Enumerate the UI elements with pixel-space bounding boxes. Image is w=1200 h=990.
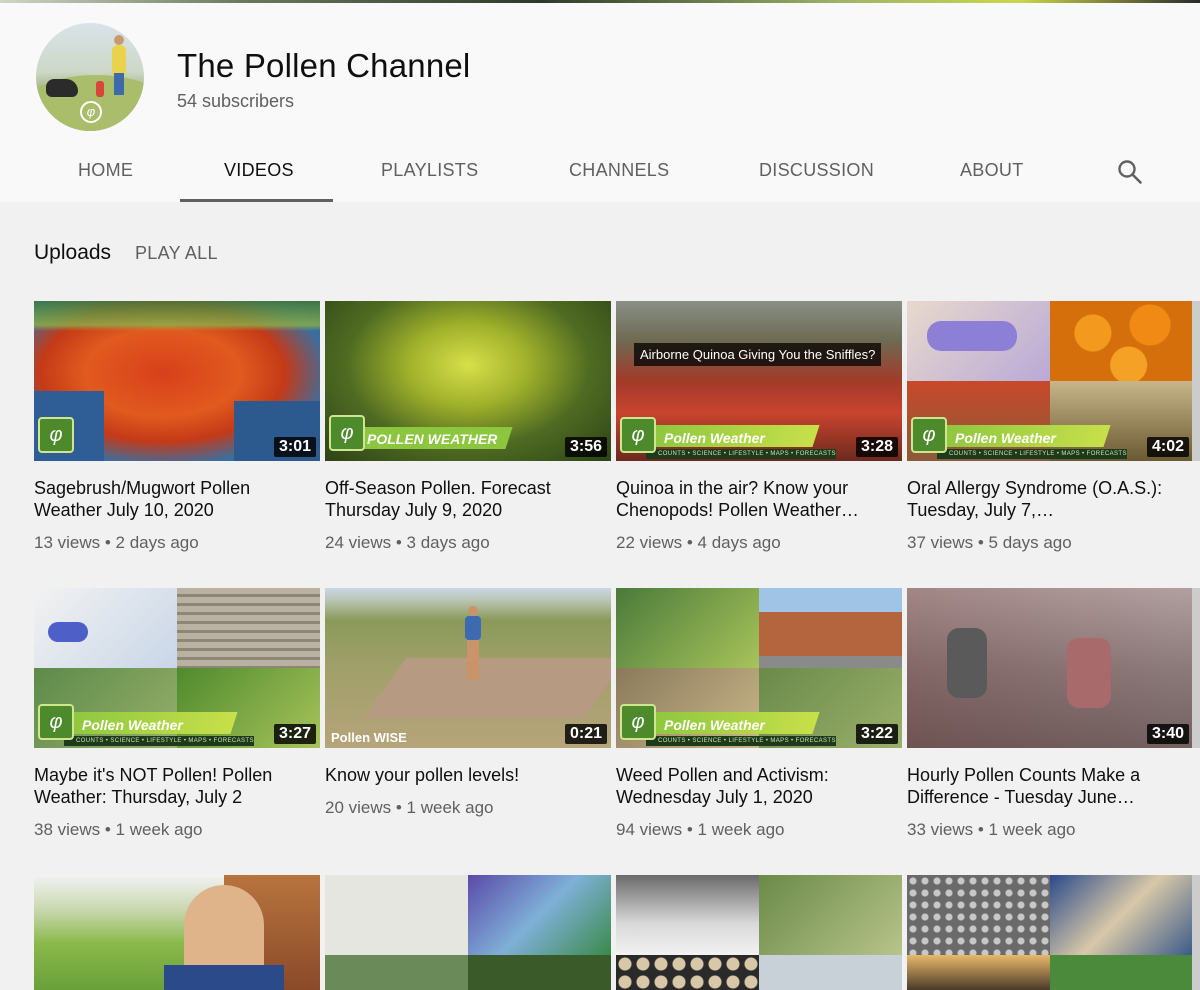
- tab-discussion[interactable]: DISCUSSION: [759, 160, 874, 181]
- view-count: 13 views: [34, 533, 101, 552]
- video-card[interactable]: Pollen Weather COUNTS • SCIENCE • LIFEST…: [907, 301, 1193, 553]
- banner-text: Pollen Weather: [664, 717, 765, 733]
- video-title[interactable]: Quinoa in the air? Know your Chenopods! …: [616, 477, 902, 521]
- video-title[interactable]: Weed Pollen and Activism: Wednesday July…: [616, 764, 902, 808]
- upload-age: 3 days ago: [406, 533, 490, 552]
- upload-age: 2 days ago: [115, 533, 199, 552]
- pollen-logo-icon: φ: [38, 417, 74, 453]
- upload-age: 1 week ago: [115, 820, 203, 839]
- channel-avatar[interactable]: φ: [36, 23, 144, 131]
- view-count: 24 views: [325, 533, 392, 552]
- video-meta: 37 views • 5 days ago: [907, 533, 1072, 552]
- pollen-wise-badge: Pollen WISE: [331, 730, 407, 745]
- video-title[interactable]: Off-Season Pollen. Forecast Thursday Jul…: [325, 477, 611, 521]
- video-meta: 20 views • 1 week ago: [325, 798, 494, 817]
- view-count: 33 views: [907, 820, 974, 839]
- view-count: 20 views: [325, 798, 392, 817]
- video-meta: 33 views • 1 week ago: [907, 820, 1076, 839]
- pollen-logo-icon: φ: [620, 704, 656, 740]
- partial-thumbnail: [1192, 301, 1200, 461]
- upload-age: 1 week ago: [406, 798, 494, 817]
- banner-text: Pollen Weather: [82, 717, 183, 733]
- play-all-button[interactable]: PLAY ALL: [135, 243, 218, 264]
- video-thumbnail[interactable]: POLLEN WEATHER φ 3:56: [325, 301, 611, 461]
- video-card[interactable]: [907, 875, 1193, 990]
- upload-age: 5 days ago: [988, 533, 1072, 552]
- tab-playlists[interactable]: PLAYLISTS: [381, 160, 478, 181]
- video-duration: 3:27: [273, 724, 316, 744]
- pollen-logo-icon: φ: [620, 417, 656, 453]
- upload-age: 1 week ago: [697, 820, 785, 839]
- active-tab-indicator: [180, 199, 333, 202]
- video-title[interactable]: Maybe it's NOT Pollen! Pollen Weather: T…: [34, 764, 320, 808]
- video-card[interactable]: [325, 875, 611, 990]
- pollen-logo-icon: φ: [80, 101, 102, 123]
- video-thumbnail[interactable]: [907, 875, 1193, 990]
- banner-text: Pollen Weather: [955, 430, 1056, 446]
- tab-home[interactable]: HOME: [78, 160, 133, 181]
- view-count: 37 views: [907, 533, 974, 552]
- video-title[interactable]: Oral Allergy Syndrome (O.A.S.): Tuesday,…: [907, 477, 1193, 521]
- video-duration: 3:22: [855, 724, 898, 744]
- video-thumbnail[interactable]: [616, 875, 902, 990]
- video-meta: 38 views • 1 week ago: [34, 820, 203, 839]
- pollen-logo-icon: φ: [329, 415, 365, 451]
- tab-videos[interactable]: VIDEOS: [224, 160, 294, 181]
- video-card[interactable]: Pollen Weather COUNTS • SCIENCE • LIFEST…: [616, 588, 902, 840]
- video-meta: 13 views • 2 days ago: [34, 533, 199, 552]
- upload-age: 4 days ago: [697, 533, 781, 552]
- banner-subtitle: COUNTS • SCIENCE • LIFESTYLE • MAPS • FO…: [646, 736, 836, 746]
- video-thumbnail[interactable]: 3:40: [907, 588, 1193, 748]
- video-card[interactable]: φ 3:01 Sagebrush/Mugwort Pollen Weather …: [34, 301, 320, 553]
- video-duration: 3:01: [273, 437, 316, 457]
- tab-channels[interactable]: CHANNELS: [569, 160, 669, 181]
- video-duration: 4:02: [1146, 437, 1189, 457]
- uploads-title: Uploads: [34, 241, 112, 264]
- video-meta: 94 views • 1 week ago: [616, 820, 785, 839]
- video-card[interactable]: Pollen Weather COUNTS • SCIENCE • LIFEST…: [34, 588, 320, 840]
- video-thumbnail[interactable]: Pollen Weather COUNTS • SCIENCE • LIFEST…: [34, 588, 320, 748]
- video-card[interactable]: POLLEN WEATHER φ 3:56 Off-Season Pollen.…: [325, 301, 611, 553]
- partial-thumbnail: [1192, 875, 1200, 990]
- banner-text: POLLEN WEATHER: [367, 431, 498, 447]
- view-count: 94 views: [616, 820, 683, 839]
- search-icon[interactable]: [1117, 159, 1143, 185]
- video-thumbnail[interactable]: [34, 875, 320, 990]
- view-count: 38 views: [34, 820, 101, 839]
- video-card[interactable]: [616, 875, 902, 990]
- video-thumbnail[interactable]: Pollen Weather COUNTS • SCIENCE • LIFEST…: [907, 301, 1193, 461]
- video-card[interactable]: [34, 875, 320, 990]
- channel-title: The Pollen Channel: [177, 47, 471, 84]
- video-thumbnail[interactable]: φ 3:01: [34, 301, 320, 461]
- video-thumbnail[interactable]: Pollen WISE 0:21: [325, 588, 611, 748]
- banner-subtitle: COUNTS • SCIENCE • LIFESTYLE • MAPS • FO…: [64, 736, 254, 746]
- pollen-logo-icon: φ: [38, 704, 74, 740]
- video-duration: 3:56: [564, 437, 607, 457]
- banner-subtitle: COUNTS • SCIENCE • LIFESTYLE • MAPS • FO…: [937, 449, 1127, 459]
- video-thumbnail[interactable]: Pollen Weather COUNTS • SCIENCE • LIFEST…: [616, 588, 902, 748]
- view-count: 22 views: [616, 533, 683, 552]
- banner-subtitle: COUNTS • SCIENCE • LIFESTYLE • MAPS • FO…: [646, 449, 836, 459]
- video-card[interactable]: Airborne Quinoa Giving You the Sniffles?…: [616, 301, 902, 553]
- video-duration: 3:28: [855, 437, 898, 457]
- video-duration: 3:40: [1146, 724, 1189, 744]
- video-card[interactable]: 3:40 Hourly Pollen Counts Make a Differe…: [907, 588, 1193, 840]
- upload-age: 1 week ago: [988, 820, 1076, 839]
- tab-about[interactable]: ABOUT: [960, 160, 1024, 181]
- video-title[interactable]: Know your pollen levels!: [325, 764, 611, 786]
- pollen-logo-icon: φ: [911, 417, 947, 453]
- video-duration: 0:21: [564, 724, 607, 744]
- video-thumbnail[interactable]: Airborne Quinoa Giving You the Sniffles?…: [616, 301, 902, 461]
- video-meta: 24 views • 3 days ago: [325, 533, 490, 552]
- subscriber-count: 54 subscribers: [177, 91, 295, 111]
- channel-header: φ The Pollen Channel 54 subscribers HOME…: [0, 3, 1200, 202]
- banner-text: Pollen Weather: [664, 430, 765, 446]
- video-card[interactable]: Pollen WISE 0:21 Know your pollen levels…: [325, 588, 611, 818]
- video-thumbnail[interactable]: [325, 875, 611, 990]
- video-title[interactable]: Sagebrush/Mugwort Pollen Weather July 10…: [34, 477, 320, 521]
- video-title[interactable]: Hourly Pollen Counts Make a Difference -…: [907, 764, 1193, 808]
- video-meta: 22 views • 4 days ago: [616, 533, 781, 552]
- partial-thumbnail: [1192, 588, 1200, 748]
- thumbnail-caption: Airborne Quinoa Giving You the Sniffles?: [634, 343, 882, 366]
